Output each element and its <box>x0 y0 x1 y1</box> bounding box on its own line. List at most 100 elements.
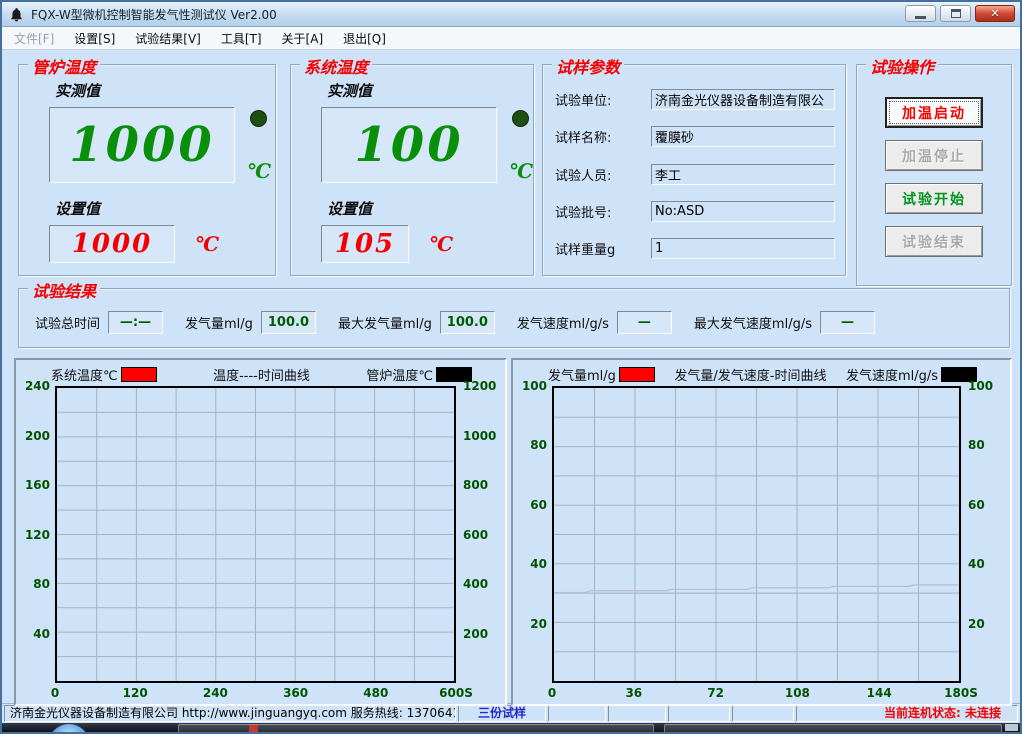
axis-tick-label: 108 <box>785 686 810 700</box>
operator-field[interactable] <box>651 164 835 185</box>
x-axis: 03672108144180S <box>552 683 961 701</box>
y-axis-right: 10080604020 <box>961 386 1005 683</box>
system-status-led-icon <box>512 110 529 127</box>
axis-tick-label: 480 <box>363 686 388 700</box>
furnace-set-label: 设置值 <box>55 198 275 219</box>
taskbar-window-button[interactable] <box>664 724 1002 732</box>
axis-tick-label: 120 <box>123 686 148 700</box>
start-orb-icon[interactable] <box>48 724 90 732</box>
heating-stop-button: 加温停止 <box>885 140 983 171</box>
max-gas-volume-value: 100.0 <box>440 311 495 334</box>
axis-tick-label: 60 <box>968 498 1005 512</box>
furnace-measured-value: 1000 <box>69 117 215 173</box>
axis-tick-label: 72 <box>707 686 724 700</box>
heating-start-button[interactable]: 加温启动 <box>885 97 983 128</box>
menu-file: 文件[F] <box>4 30 64 47</box>
axis-tick-label: 80 <box>968 438 1005 452</box>
gas-chart-title: 发气量/发气速度-时间曲线 <box>674 365 826 384</box>
furnace-status-led-icon <box>250 110 267 127</box>
app-icon <box>8 6 25 23</box>
temperature-chart-panel: 系统温度℃ 温度----时间曲线 管炉温度℃ 2402001601208040 … <box>14 358 507 706</box>
total-time-value: —:— <box>108 311 163 334</box>
axis-tick-label: 180S <box>944 686 978 700</box>
menu-settings[interactable]: 设置[S] <box>64 30 125 47</box>
menu-tools[interactable]: 工具[T] <box>211 30 272 47</box>
axis-tick-label: 36 <box>625 686 642 700</box>
test-unit-field[interactable] <box>651 89 835 110</box>
y-axis-left: 2402001601208040 <box>21 386 55 683</box>
axis-tick-label: 144 <box>867 686 892 700</box>
test-unit-label: 试验单位: <box>555 90 651 109</box>
system-set-value: 105 <box>335 229 395 259</box>
status-empty-panel <box>548 705 606 722</box>
legend-gas-volume: 发气量ml/g <box>548 365 655 384</box>
maximize-button[interactable] <box>940 5 971 22</box>
status-bar: 济南金光仪器设备制造有限公司 http://www.jinguangyq.com… <box>2 703 1020 723</box>
furnace-measured-label: 实测值 <box>55 80 275 101</box>
sample-name-field[interactable] <box>651 126 835 147</box>
sample-weight-field[interactable] <box>651 238 835 259</box>
test-start-button[interactable]: 试验开始 <box>885 183 983 214</box>
furnace-set-unit: ℃ <box>195 232 219 256</box>
close-button[interactable]: ✕ <box>975 5 1015 22</box>
operator-label: 试验人员: <box>555 165 651 184</box>
batch-no-label: 试验批号: <box>555 202 651 221</box>
windows-taskbar <box>2 723 1020 732</box>
taskbar-app-icon <box>249 725 258 732</box>
show-desktop-button[interactable] <box>1005 724 1018 731</box>
axis-tick-label: 100 <box>968 379 1005 393</box>
window-title: FQX-W型微机控制智能发气性测试仪 Ver2.00 <box>31 6 277 23</box>
status-empty-panel <box>608 705 666 722</box>
status-company-info: 济南金光仪器设备制造有限公司 http://www.jinguangyq.com… <box>4 705 456 722</box>
menu-test-results[interactable]: 试验结果[V] <box>125 30 211 47</box>
menu-exit[interactable]: 退出[Q] <box>333 30 396 47</box>
batch-no-field[interactable] <box>651 201 835 222</box>
max-gas-rate-value: — <box>820 311 875 334</box>
axis-tick-label: 100 <box>518 379 547 393</box>
system-group-title: 系统温度 <box>300 54 372 78</box>
axis-tick-label: 20 <box>968 617 1005 631</box>
axis-tick-label: 20 <box>518 617 547 631</box>
status-connection-state: 当前连机状态: 未连接 <box>796 705 1018 722</box>
system-set-unit: ℃ <box>429 232 453 256</box>
maximize-icon <box>951 9 961 18</box>
status-empty-panel <box>732 705 794 722</box>
axis-tick-label: 600S <box>439 686 473 700</box>
max-gas-volume-label: 最大发气量ml/g <box>338 313 432 332</box>
system-measured-unit: ℃ <box>509 159 533 183</box>
furnace-measured-display: 1000 <box>49 107 235 183</box>
system-set-label: 设置值 <box>327 198 533 219</box>
axis-tick-label: 80 <box>21 577 50 591</box>
menu-about[interactable]: 关于[A] <box>272 30 334 47</box>
minimize-button[interactable] <box>905 5 936 22</box>
furnace-set-value: 1000 <box>72 229 152 259</box>
title-bar[interactable]: FQX-W型微机控制智能发气性测试仪 Ver2.00 ✕ <box>2 2 1020 27</box>
legend-label: 发气量ml/g <box>548 365 616 384</box>
x-axis: 0120240360480600S <box>55 683 456 701</box>
sample-weight-label: 试样重量g <box>555 239 651 258</box>
axis-tick-label: 60 <box>518 498 547 512</box>
close-icon: ✕ <box>990 7 999 20</box>
results-group-title: 试验结果 <box>28 278 100 302</box>
axis-tick-label: 360 <box>283 686 308 700</box>
axis-tick-label: 200 <box>21 429 50 443</box>
legend-label: 发气速度ml/g/s <box>846 365 938 384</box>
system-temp-group: 系统温度 实测值 100 ℃ 设置值 105 ℃ <box>290 64 534 276</box>
legend-label: 管炉温度℃ <box>366 365 433 384</box>
axis-tick-label: 200 <box>463 627 500 641</box>
gas-chart-panel: 发气量ml/g 发气量/发气速度-时间曲线 发气速度ml/g/s 1008060… <box>511 358 1012 706</box>
furnace-temp-group: 管炉温度 实测值 1000 ℃ 设置值 1000 ℃ <box>18 64 276 276</box>
y-axis-left: 10080604020 <box>518 386 552 683</box>
axis-tick-label: 160 <box>21 478 50 492</box>
axis-tick-label: 40 <box>21 627 50 641</box>
y-axis-right: 12001000800600400200 <box>456 386 500 683</box>
temperature-chart-title: 温度----时间曲线 <box>213 365 310 384</box>
test-results-group: 试验结果 试验总时间 —:— 发气量ml/g 100.0 最大发气量ml/g 1… <box>18 288 1010 348</box>
axis-tick-label: 1200 <box>463 379 500 393</box>
axis-tick-label: 0 <box>548 686 556 700</box>
axis-tick-label: 0 <box>51 686 59 700</box>
max-gas-rate-label: 最大发气速度ml/g/s <box>694 313 812 332</box>
status-sample-mode: 三份试样 <box>458 705 546 722</box>
legend-swatch-red-icon <box>121 367 157 382</box>
legend-furnace-temp: 管炉温度℃ <box>366 365 472 384</box>
